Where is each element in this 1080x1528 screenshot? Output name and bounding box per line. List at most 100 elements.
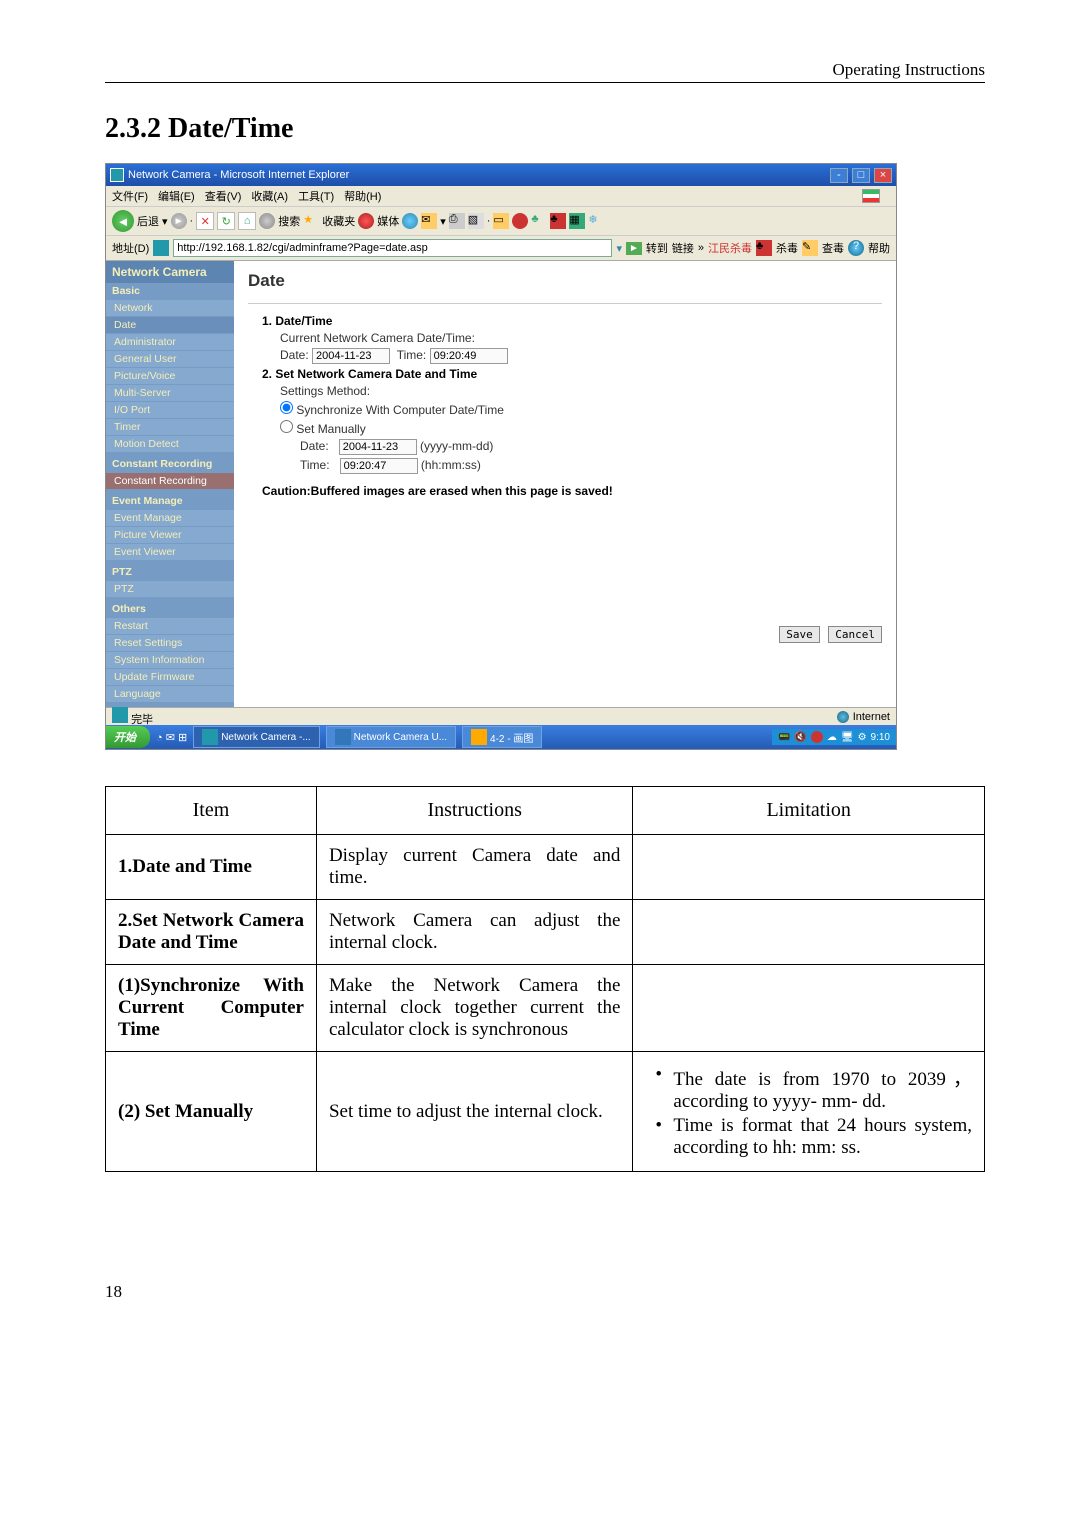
home-button[interactable]: ⌂: [238, 212, 256, 230]
edit-icon[interactable]: ▧: [468, 213, 484, 229]
cancel-button[interactable]: Cancel: [828, 626, 882, 643]
search-label[interactable]: 搜索: [278, 213, 300, 229]
start-button[interactable]: 开始: [106, 726, 150, 748]
mail-icon[interactable]: ✉: [421, 213, 437, 229]
favorites-label[interactable]: 收藏夹: [322, 213, 355, 229]
sidebar-item-cr[interactable]: Constant Recording: [106, 472, 234, 489]
forward-button[interactable]: ►: [171, 213, 187, 229]
sidebar-item-update[interactable]: Update Firmware: [106, 668, 234, 685]
status-bar: 完毕 Internet: [106, 707, 896, 725]
sidebar-header: Network Camera: [106, 261, 234, 283]
address-bar: 地址(D) ▾ ►转到 链接 » 江民杀毒 ♣杀毒 ✎查毒 ?帮助: [106, 236, 896, 261]
minimize-button[interactable]: -: [830, 168, 848, 183]
go-button[interactable]: ►: [626, 242, 642, 255]
th-limitation: Limitation: [633, 787, 985, 835]
refresh-button[interactable]: ↻: [217, 212, 235, 230]
av-jr[interactable]: 江民杀毒: [708, 240, 752, 256]
av-icon-3[interactable]: ♣: [550, 213, 566, 229]
sidebar-group-basic: Basic: [106, 283, 234, 299]
sidebar-item-picture[interactable]: Picture/Voice: [106, 367, 234, 384]
taskbar-item-3[interactable]: 4-2 - 画图: [462, 726, 542, 748]
sidebar-item-pv[interactable]: Picture Viewer: [106, 526, 234, 543]
done-icon: [112, 707, 128, 723]
taskbar-item-1[interactable]: Network Camera -...: [193, 726, 319, 748]
manual-date-label: Date:: [300, 439, 329, 453]
tray-icon: ⚙: [858, 732, 867, 743]
sidebar-item-ev[interactable]: Event Viewer: [106, 543, 234, 560]
menu-tools[interactable]: 工具(T): [298, 188, 334, 204]
sidebar-item-admin[interactable]: Administrator: [106, 333, 234, 350]
av-sd[interactable]: 杀毒: [776, 240, 798, 256]
sidebar-item-ptz[interactable]: PTZ: [106, 580, 234, 597]
maximize-button[interactable]: □: [852, 168, 870, 183]
bullet-2: Time is format that 24 hours system, acc…: [645, 1115, 972, 1159]
sidebar-group-ptz: PTZ: [106, 564, 234, 580]
ie-logo-icon: [862, 189, 880, 203]
address-input[interactable]: [173, 239, 612, 257]
th-instructions: Instructions: [316, 787, 632, 835]
cell-limit: [633, 965, 985, 1052]
radio-manual-label: Set Manually: [296, 422, 365, 436]
manual-time-hint: (hh:mm:ss): [421, 458, 481, 472]
sidebar-item-user[interactable]: General User: [106, 350, 234, 367]
menu-help[interactable]: 帮助(H): [344, 188, 381, 204]
media-label[interactable]: 媒体: [377, 213, 399, 229]
system-tray[interactable]: 📟 🔇 ☁ 🖥 ⚙ 9:10: [772, 729, 896, 745]
table-row: 2.Set Network Camera Date and Time Netwo…: [106, 900, 985, 965]
av-icon-1[interactable]: [512, 213, 528, 229]
menu-file[interactable]: 文件(F): [112, 188, 148, 204]
sidebar-item-timer[interactable]: Timer: [106, 418, 234, 435]
sidebar-group-others: Others: [106, 601, 234, 617]
cell-limit: The date is from 1970 to 2039，according …: [633, 1052, 985, 1172]
sidebar-item-multi[interactable]: Multi-Server: [106, 384, 234, 401]
sidebar-item-io[interactable]: I/O Port: [106, 401, 234, 418]
sidebar-item-network[interactable]: Network: [106, 299, 234, 316]
cell-instr: Make the Network Camera the internal clo…: [316, 965, 632, 1052]
cell-instr: Set time to adjust the internal clock.: [316, 1052, 632, 1172]
radio-sync[interactable]: [280, 401, 293, 414]
clock: 9:10: [871, 732, 890, 743]
close-button[interactable]: ×: [874, 168, 892, 183]
sidebar-item-lang[interactable]: Language: [106, 685, 234, 702]
links-label[interactable]: 链接: [672, 240, 694, 256]
sidebar-item-restart[interactable]: Restart: [106, 617, 234, 634]
av-kill-icon[interactable]: ♣: [756, 240, 772, 256]
radio-sync-label: Synchronize With Computer Date/Time: [296, 403, 504, 417]
header-right: Operating Instructions: [105, 60, 985, 80]
print-icon[interactable]: ⎙: [449, 213, 465, 229]
search-icon[interactable]: [259, 213, 275, 229]
media-icon[interactable]: [358, 213, 374, 229]
save-button[interactable]: Save: [779, 626, 820, 643]
stop-button[interactable]: ✕: [196, 212, 214, 230]
av-hp[interactable]: 帮助: [868, 240, 890, 256]
sidebar-item-sysinfo[interactable]: System Information: [106, 651, 234, 668]
sidebar-item-date[interactable]: Date: [106, 316, 234, 333]
sidebar-item-reset[interactable]: Reset Settings: [106, 634, 234, 651]
av-cb[interactable]: 查毒: [822, 240, 844, 256]
av-icon-2[interactable]: ♣: [531, 213, 547, 229]
time-label: Time:: [397, 348, 427, 362]
back-button[interactable]: ◄: [112, 210, 134, 232]
menu-edit[interactable]: 编辑(E): [158, 188, 195, 204]
menu-view[interactable]: 查看(V): [205, 188, 242, 204]
tray-icon: 📟: [778, 732, 790, 743]
table-row: (2) Set Manually Set time to adjust the …: [106, 1052, 985, 1172]
history-icon[interactable]: [402, 213, 418, 229]
current-label: Current Network Camera Date/Time:: [280, 331, 882, 345]
cell-limit: [633, 900, 985, 965]
av-scan-icon[interactable]: ✎: [802, 240, 818, 256]
manual-date-input[interactable]: [339, 439, 417, 455]
taskbar-item-2[interactable]: Network Camera U...: [326, 726, 456, 748]
av-icon-5[interactable]: ❄: [588, 213, 604, 229]
menu-fav[interactable]: 收藏(A): [251, 188, 288, 204]
sidebar-item-motion[interactable]: Motion Detect: [106, 435, 234, 452]
radio-manual[interactable]: [280, 420, 293, 433]
back-label: 后退: [137, 213, 159, 229]
sidebar-item-em[interactable]: Event Manage: [106, 509, 234, 526]
manual-time-input[interactable]: [340, 458, 418, 474]
discuss-icon[interactable]: ▭: [493, 213, 509, 229]
av-icon-4[interactable]: ▦: [569, 213, 585, 229]
av-help-icon[interactable]: ?: [848, 240, 864, 256]
sidebar: Network Camera Basic Network Date Admini…: [106, 261, 234, 707]
favorites-icon[interactable]: ★: [303, 213, 319, 229]
